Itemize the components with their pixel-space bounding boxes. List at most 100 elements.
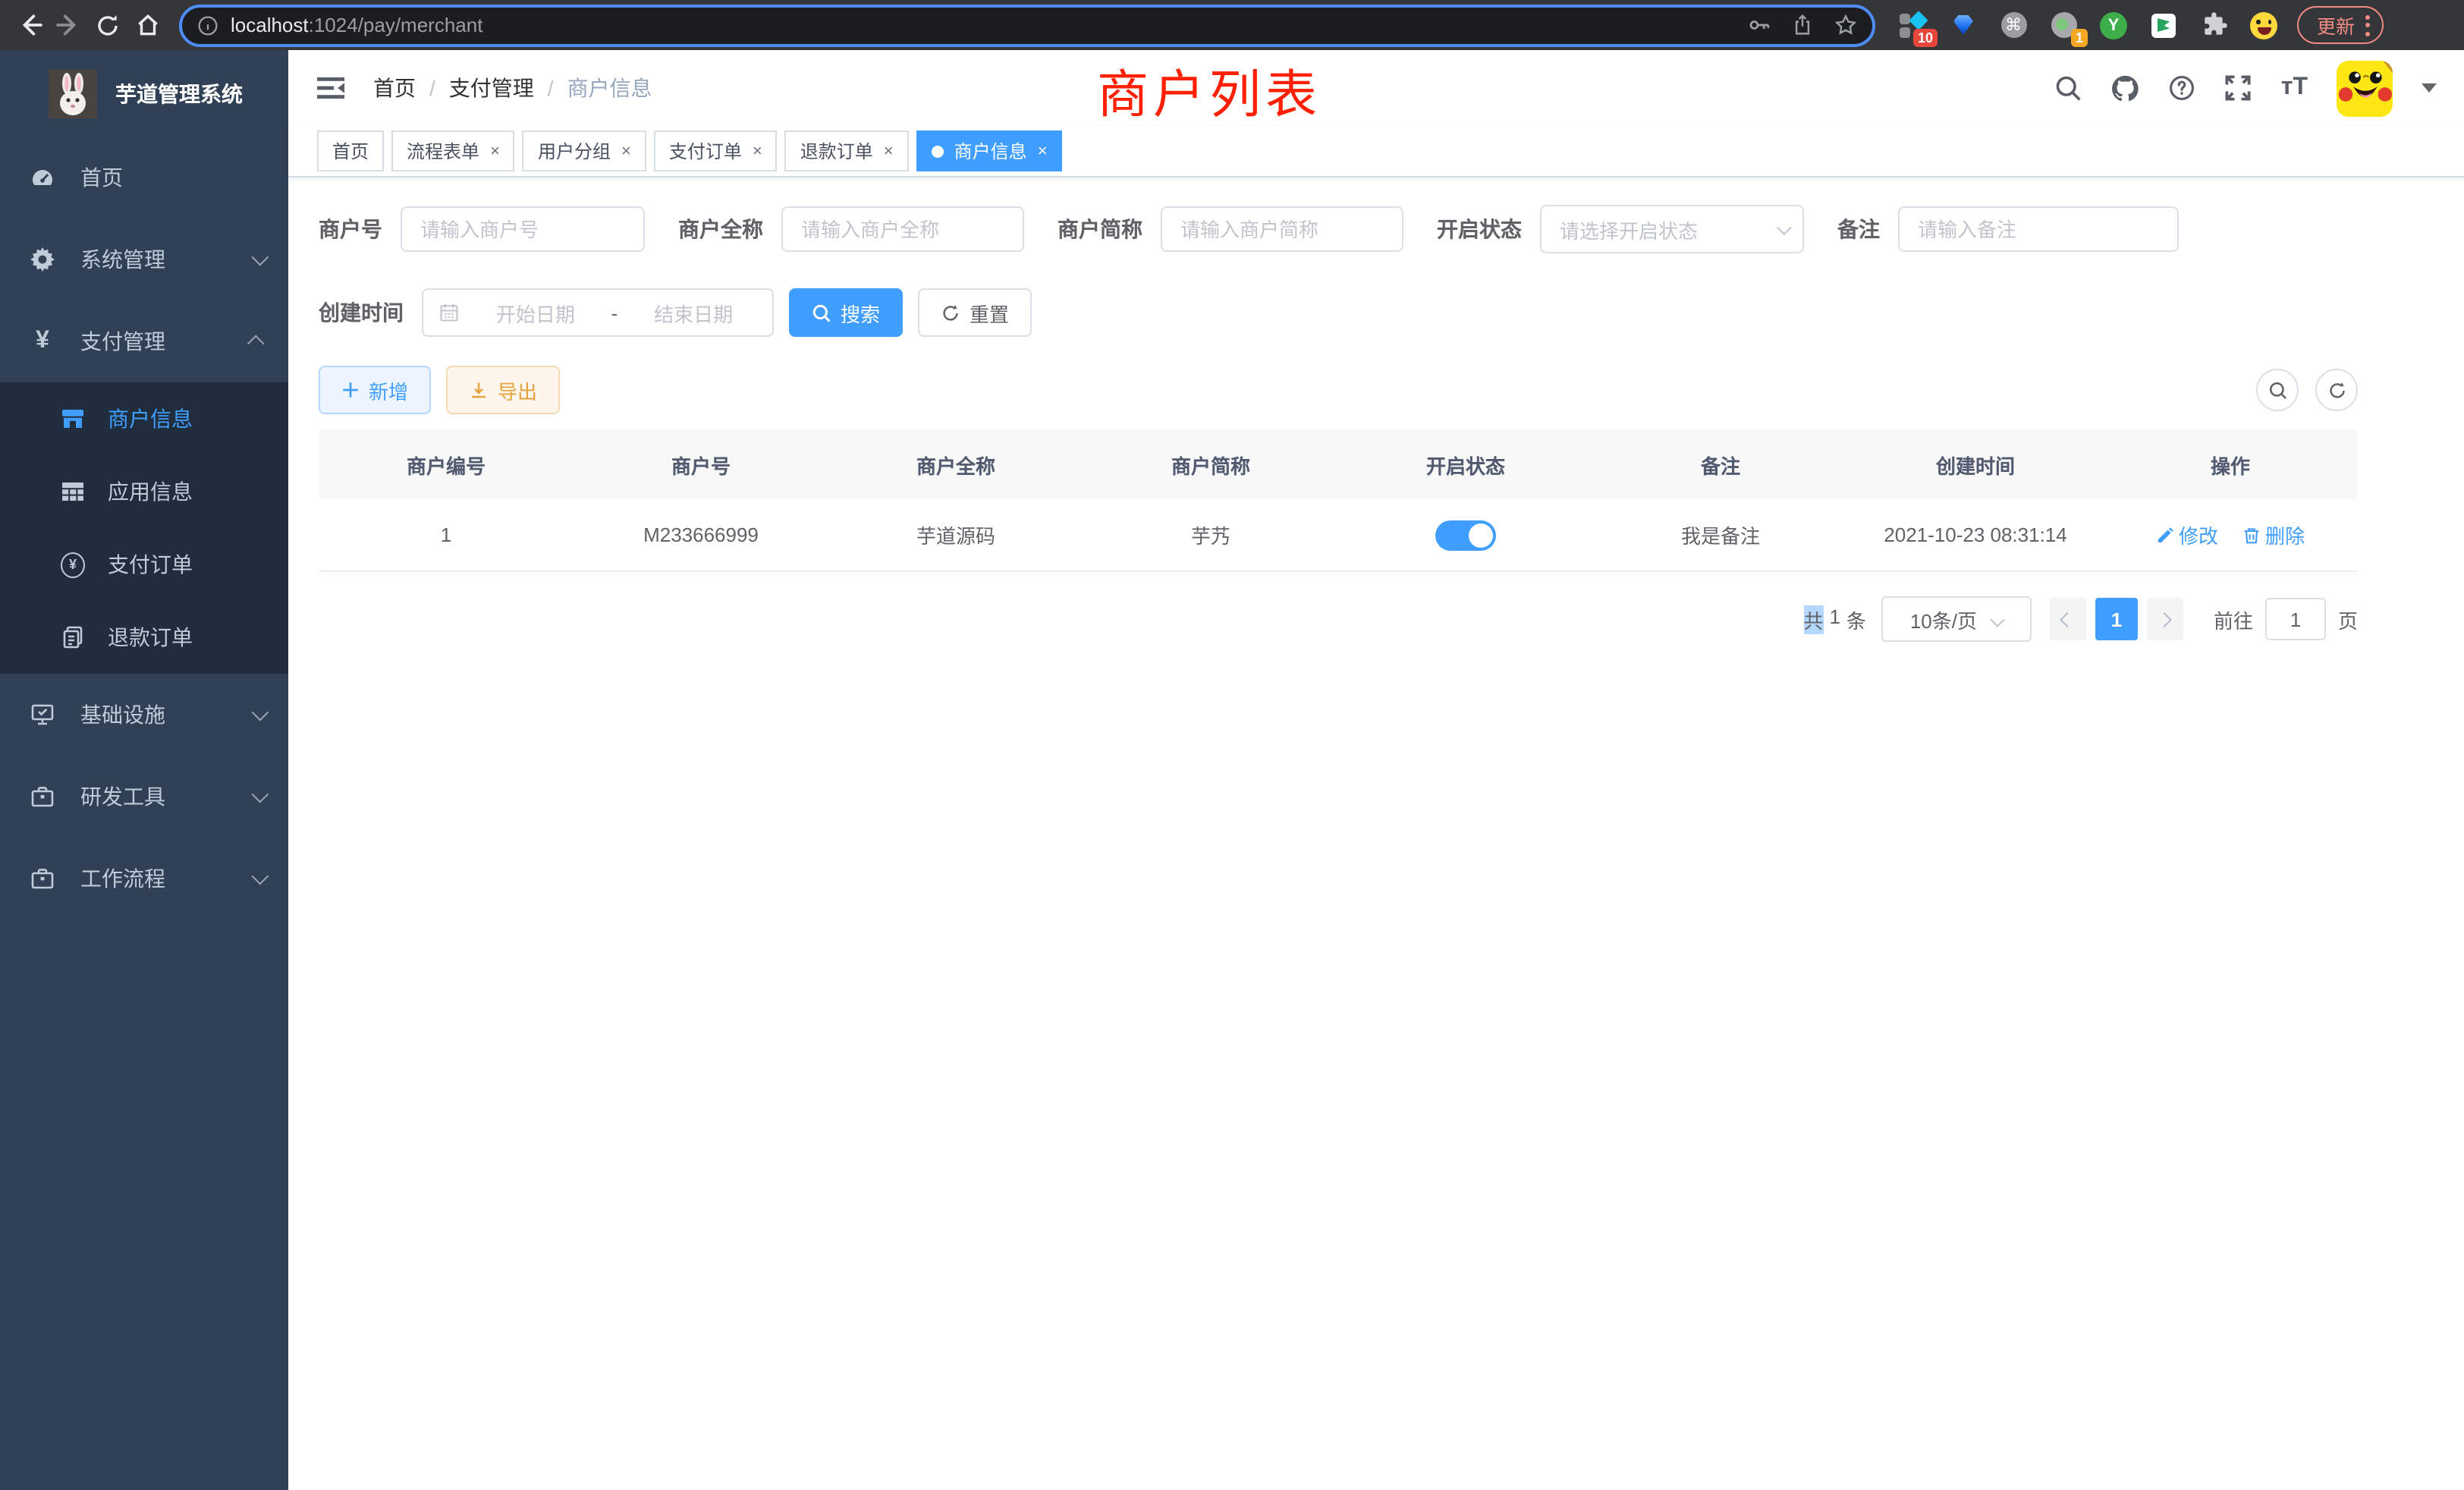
fullscreen-icon[interactable] bbox=[2225, 74, 2252, 102]
emoji-extension-icon[interactable] bbox=[2250, 11, 2277, 39]
command-extension-icon[interactable]: ⌘ bbox=[2000, 11, 2027, 39]
tab-process-form[interactable]: 流程表单× bbox=[391, 130, 515, 171]
close-icon[interactable]: × bbox=[1038, 142, 1048, 160]
extension-badge: 10 bbox=[1913, 28, 1938, 46]
prev-page-button[interactable] bbox=[2050, 598, 2086, 640]
short-name-input[interactable] bbox=[1161, 206, 1403, 252]
store-icon bbox=[61, 407, 85, 431]
remark-input[interactable] bbox=[1898, 206, 2179, 252]
sketch-extension-icon[interactable]: 10 bbox=[1900, 11, 1927, 39]
sidebar: 芋道管理系统 首页 系统管理 ¥ 支付管理 bbox=[0, 50, 288, 1490]
session-extension-icon[interactable]: 1 bbox=[2050, 11, 2077, 39]
yuque-extension-icon[interactable]: Y bbox=[2100, 11, 2127, 39]
bookmark-star-icon[interactable] bbox=[1834, 14, 1857, 36]
delete-link[interactable]: 删除 bbox=[2242, 520, 2305, 549]
content-area: 首页 / 支付管理 / 商户信息 bbox=[288, 50, 2464, 1490]
browser-toolbar: localhost :1024/pay/merchant 10 ⌘ bbox=[0, 0, 2464, 50]
tab-merchant-info[interactable]: 商户信息× bbox=[916, 130, 1063, 171]
tab-user-group[interactable]: 用户分组× bbox=[523, 130, 646, 171]
gem-extension-icon[interactable] bbox=[1950, 11, 1977, 39]
close-icon[interactable]: × bbox=[753, 142, 762, 160]
status-toggle[interactable] bbox=[1435, 520, 1496, 550]
page-size-select[interactable]: 10条/页 bbox=[1881, 596, 2032, 642]
next-page-button[interactable] bbox=[2147, 598, 2183, 640]
chevron-up-icon bbox=[247, 335, 265, 353]
sidebar-item-pay-order[interactable]: ¥ 支付订单 bbox=[0, 528, 288, 601]
sidebar-item-workflow[interactable]: 工作流程 bbox=[0, 838, 288, 919]
date-end-placeholder[interactable]: 结束日期 bbox=[630, 298, 757, 327]
table-header-row: 商户编号 商户号 商户全称 商户简称 开启状态 备注 创建时间 操作 bbox=[319, 429, 2358, 499]
reset-button[interactable]: 重置 bbox=[918, 288, 1032, 337]
full-name-label: 商户全称 bbox=[678, 214, 781, 244]
browser-menu-icon[interactable] bbox=[2365, 14, 2370, 36]
merchant-table: 商户编号 商户号 商户全称 商户简称 开启状态 备注 创建时间 操作 1 M23… bbox=[319, 429, 2358, 572]
add-button[interactable]: 新增 bbox=[319, 366, 431, 414]
full-name-input[interactable] bbox=[781, 206, 1024, 252]
puzzle-extensions-icon[interactable] bbox=[2200, 11, 2227, 39]
sidebar-item-payment[interactable]: ¥ 支付管理 bbox=[0, 300, 288, 382]
home-icon[interactable] bbox=[127, 5, 167, 45]
share-icon[interactable] bbox=[1792, 14, 1813, 36]
forward-icon[interactable] bbox=[49, 5, 88, 45]
cell-actions: 修改 删除 bbox=[2103, 520, 2358, 549]
extensions-row: 10 ⌘ 1 Y bbox=[1900, 11, 2277, 39]
tags-view-bar: 首页 流程表单× 用户分组× 支付订单× 退款订单× 商户信息× bbox=[288, 126, 2464, 178]
grid-icon bbox=[61, 479, 85, 504]
avatar[interactable] bbox=[2337, 60, 2393, 116]
date-range-picker[interactable]: 开始日期 - 结束日期 bbox=[422, 288, 774, 337]
user-menu-caret-icon[interactable] bbox=[2422, 83, 2437, 93]
close-icon[interactable]: × bbox=[490, 142, 500, 160]
info-icon[interactable] bbox=[197, 14, 218, 36]
tab-home[interactable]: 首页 bbox=[317, 130, 384, 171]
refresh-icon[interactable] bbox=[2315, 369, 2358, 411]
sidebar-item-infrastructure[interactable]: 基础设施 bbox=[0, 674, 288, 756]
sidebar-item-label: 首页 bbox=[80, 162, 123, 193]
search-icon[interactable] bbox=[2055, 74, 2082, 102]
sidebar-item-home[interactable]: 首页 bbox=[0, 137, 288, 218]
tab-pay-order[interactable]: 支付订单× bbox=[654, 130, 778, 171]
remark-label: 备注 bbox=[1837, 214, 1898, 244]
github-icon[interactable] bbox=[2111, 74, 2140, 102]
breadcrumb-payment[interactable]: 支付管理 bbox=[449, 73, 534, 103]
breadcrumb-current: 商户信息 bbox=[567, 73, 652, 103]
font-size-icon[interactable]: тT bbox=[2281, 74, 2308, 102]
url-bar[interactable]: localhost :1024/pay/merchant bbox=[179, 4, 1875, 46]
sidebar-toggle-icon[interactable] bbox=[316, 73, 346, 103]
sidebar-item-merchant-info[interactable]: 商户信息 bbox=[0, 382, 288, 455]
close-icon[interactable]: × bbox=[884, 142, 894, 160]
chevron-down-icon bbox=[252, 868, 269, 885]
merchant-no-input[interactable] bbox=[401, 206, 645, 252]
help-icon[interactable] bbox=[2169, 74, 2196, 102]
tab-refund-order[interactable]: 退款订单× bbox=[785, 130, 909, 171]
back-icon[interactable] bbox=[9, 5, 49, 45]
page-number-1[interactable]: 1 bbox=[2095, 598, 2138, 640]
chevron-down-icon bbox=[1990, 611, 2005, 627]
breadcrumb-home[interactable]: 首页 bbox=[373, 73, 416, 103]
show-search-icon[interactable] bbox=[2256, 369, 2299, 411]
key-icon[interactable] bbox=[1748, 14, 1771, 36]
goto-page-input[interactable] bbox=[2265, 598, 2326, 640]
chevron-down-icon bbox=[252, 249, 269, 266]
sidebar-item-dev-tools[interactable]: 研发工具 bbox=[0, 756, 288, 838]
search-button[interactable]: 搜索 bbox=[789, 288, 903, 337]
status-select[interactable]: 请选择开启状态 bbox=[1540, 205, 1804, 253]
short-name-label: 商户简称 bbox=[1058, 214, 1161, 244]
sidebar-item-refund-order[interactable]: 退款订单 bbox=[0, 601, 288, 674]
close-icon[interactable]: × bbox=[621, 142, 631, 160]
sidebar-item-system[interactable]: 系统管理 bbox=[0, 218, 288, 300]
edit-link[interactable]: 修改 bbox=[2156, 520, 2218, 549]
app-logo bbox=[49, 69, 97, 118]
export-button[interactable]: 导出 bbox=[446, 366, 560, 414]
flag-extension-icon[interactable] bbox=[2150, 11, 2177, 39]
sidebar-item-app-info[interactable]: 应用信息 bbox=[0, 455, 288, 528]
create-time-label: 创建时间 bbox=[319, 297, 422, 328]
sidebar-item-label: 支付订单 bbox=[108, 549, 193, 580]
navbar-actions: тT bbox=[2055, 60, 2437, 116]
date-start-placeholder[interactable]: 开始日期 bbox=[472, 298, 599, 327]
app-logo-row[interactable]: 芋道管理系统 bbox=[0, 50, 288, 137]
merchant-no-label: 商户号 bbox=[319, 214, 401, 244]
browser-update-button[interactable]: 更新 bbox=[2297, 6, 2384, 44]
reload-icon[interactable] bbox=[88, 5, 127, 45]
sidebar-item-label: 应用信息 bbox=[108, 476, 193, 507]
sidebar-item-label: 系统管理 bbox=[80, 244, 165, 275]
